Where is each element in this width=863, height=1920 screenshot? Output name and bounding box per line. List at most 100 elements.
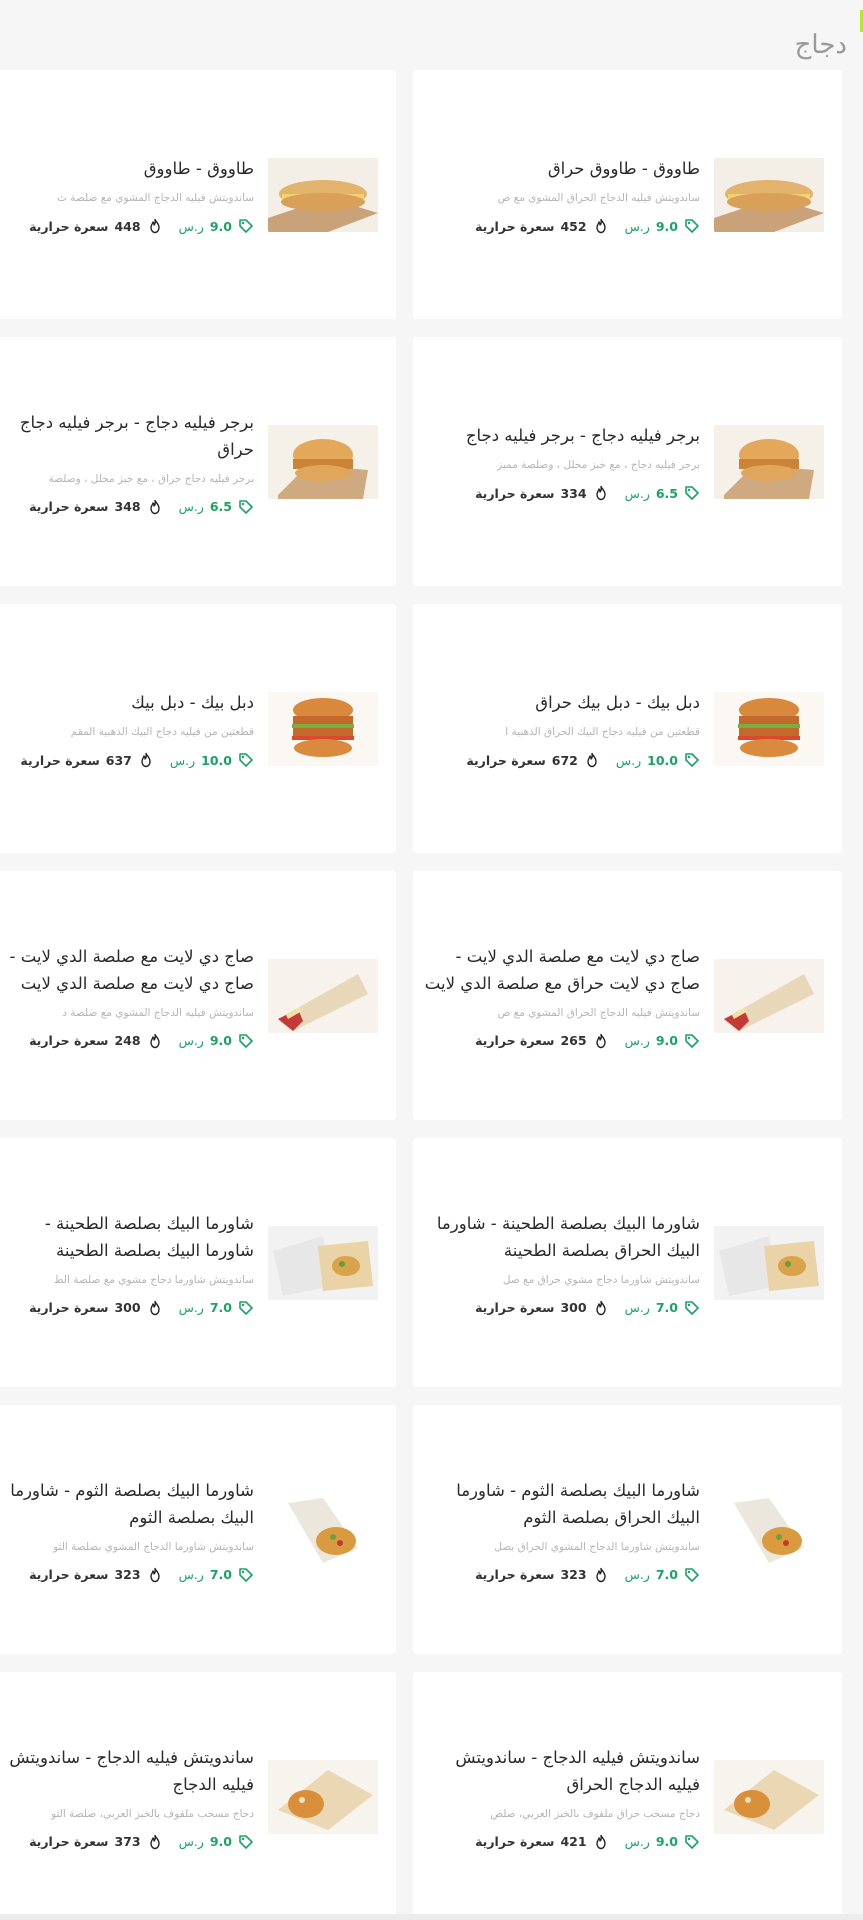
menu-item-card[interactable]: طاووق - طاووق ساندويتش فيليه الدجاج المش… [0,70,396,319]
item-price: 9.0 ر.س [625,1033,700,1049]
calories-value: 265 [560,1033,587,1048]
price-tag-icon [238,1300,254,1316]
price-currency: ر.س [624,1834,650,1849]
item-name: برجر فيليه دجاج - برجر فيليه دجاج حراق [19,412,254,459]
item-description: برجر فيليه دجاج ، مع خبز مخلل ، وصلصة مم… [497,459,700,471]
item-meta: 10.0 ر.س 672 سعرة حرارية [423,752,700,768]
calories-label: سعرة حرارية [29,1567,109,1582]
calories-value: 300 [560,1300,587,1315]
menu-item-card[interactable]: شاورما البيك بصلصة الطحينة - شاورما البي… [413,1138,842,1387]
item-price: 6.5 ر.س [625,485,700,501]
menu-item-card[interactable]: برجر فيليه دجاج - برجر فيليه دجاج برجر ف… [413,337,842,586]
price-tag-icon [684,1834,700,1850]
flame-icon [147,1033,163,1049]
item-meta: 9.0 ر.س 452 سعرة حرارية [423,218,700,234]
flame-icon [147,1834,163,1850]
item-info: طاووق - طاووق حراق ساندويتش فيليه الدجاج… [423,155,700,234]
calories-label: سعرة حرارية [475,1834,555,1849]
price-value: 6.5 [209,499,232,514]
menu-item-card[interactable]: شاورما البيك بصلصة الثوم - شاورما البيك … [0,1405,396,1654]
item-calories: 334 سعرة حرارية [475,485,609,501]
item-info: شاورما البيك بصلصة الثوم - شاورما البيك … [423,1477,700,1583]
calories-label: سعرة حرارية [29,1300,109,1315]
calories-value: 421 [560,1834,587,1849]
calories-label: سعرة حرارية [29,218,109,234]
price-value: 7.0 [209,1300,232,1315]
item-name: شاورما البيك بصلصة الثوم - شاورما البيك … [456,1480,700,1527]
price-currency: ر.س [169,752,196,768]
item-price: 9.0 ر.س [179,218,254,234]
item-price: 9.0 ر.س [179,1033,254,1049]
item-info: شاورما البيك بصلصة الطحينة - شاورما البي… [4,1210,254,1316]
menu-item-card[interactable]: ساندويتش فيليه الدجاج - ساندويتش فيليه ا… [0,1672,396,1920]
price-currency: ر.س [615,752,642,768]
item-description: ساندويتش فيليه الدجاج المشوي مع صلصة ث [57,192,254,204]
item-calories: 323 سعرة حرارية [475,1567,609,1583]
item-price: 7.0 ر.س [179,1300,254,1316]
price-tag-icon [684,1033,700,1049]
price-currency: ر.س [624,1033,650,1048]
item-meta: 9.0 ر.س 421 سعرة حرارية [423,1834,700,1850]
price-tag-icon [238,1033,254,1049]
item-name: برجر فيليه دجاج - برجر فيليه دجاج [465,426,700,445]
item-name: دبل بيك - دبل بيك [131,693,254,712]
item-meta: 6.5 ر.س 334 سعرة حرارية [423,485,700,501]
price-currency: ر.س [178,1300,204,1315]
item-meta: 7.0 ر.س 323 سعرة حرارية [423,1567,700,1583]
price-value: 10.0 [201,752,232,768]
menu-item-card[interactable]: دبل بيك - دبل بيك قطعتين من فيليه دجاج ا… [0,604,396,853]
item-price: 7.0 ر.س [179,1567,254,1583]
item-calories: 248 سعرة حرارية [29,1033,163,1049]
menu-item-card[interactable]: ساندويتش فيليه الدجاج - ساندويتش فيليه ا… [413,1672,842,1920]
item-name: شاورما البيك بصلصة الثوم - شاورما البيك … [10,1480,254,1527]
item-price: 9.0 ر.س [625,218,700,234]
item-info: برجر فيليه دجاج - برجر فيليه دجاج حراق ب… [4,409,254,515]
price-currency: ر.س [178,499,204,514]
item-description: قطعتين من فيليه دجاج البيك الحراق الذهبي… [505,726,700,738]
menu-item-card[interactable]: دبل بيك - دبل بيك حراق قطعتين من فيليه د… [413,604,842,853]
item-calories: 373 سعرة حرارية [29,1834,163,1850]
price-currency: ر.س [178,1033,204,1048]
item-description: ساندويتش شاورما الدجاج المشوي الحراق بصل [494,1540,700,1553]
price-tag-icon [684,1567,700,1583]
item-calories: 448 سعرة حرارية [29,218,163,234]
price-value: 9.0 [209,1033,232,1048]
price-value: 9.0 [655,218,678,234]
item-info: شاورما البيك بصلصة الثوم - شاورما البيك … [4,1477,254,1583]
item-image [268,157,378,232]
menu-item-card[interactable]: شاورما البيك بصلصة الثوم - شاورما البيك … [413,1405,842,1654]
item-image [714,157,824,232]
calories-value: 323 [560,1567,587,1582]
price-value: 7.0 [209,1567,232,1582]
menu-item-card[interactable]: شاورما البيك بصلصة الطحينة - شاورما البي… [0,1138,396,1387]
menu-item-card[interactable]: صاج دي لايت مع صلصة الدي لايت - صاج دي ل… [0,871,396,1120]
flame-icon [593,1033,609,1049]
calories-value: 300 [114,1300,141,1315]
menu-item-card[interactable]: صاج دي لايت مع صلصة الدي لايت - صاج دي ل… [413,871,842,1120]
calories-label: سعرة حرارية [475,485,555,501]
item-description: ساندويتش فيليه الدجاج المشوي مع صلصة د [62,1006,254,1019]
calories-value: 323 [114,1567,141,1582]
item-price: 10.0 ر.س [616,752,700,768]
calories-label: سعرة حرارية [20,752,100,768]
price-tag-icon [684,752,700,768]
menu-item-card[interactable]: برجر فيليه دجاج - برجر فيليه دجاج حراق ب… [0,337,396,586]
calories-label: سعرة حرارية [475,1567,555,1582]
flame-icon [147,499,163,515]
item-price: 9.0 ر.س [179,1834,254,1850]
calories-value: 672 [551,752,578,768]
item-name: صاج دي لايت مع صلصة الدي لايت - صاج دي ل… [424,946,700,993]
item-image [268,424,378,499]
section-title: دجاج [794,30,847,60]
menu-item-card[interactable]: طاووق - طاووق حراق ساندويتش فيليه الدجاج… [413,70,842,319]
item-info: دبل بيك - دبل بيك حراق قطعتين من فيليه د… [423,689,700,768]
price-tag-icon [684,218,700,234]
calories-value: 452 [560,218,587,234]
item-meta: 7.0 ر.س 300 سعرة حرارية [4,1300,254,1316]
item-name: دبل بيك - دبل بيك حراق [535,693,700,712]
item-price: 7.0 ر.س [625,1567,700,1583]
item-image [268,691,378,766]
item-image [714,1759,824,1834]
price-tag-icon [238,1567,254,1583]
calories-label: سعرة حرارية [475,1033,555,1048]
